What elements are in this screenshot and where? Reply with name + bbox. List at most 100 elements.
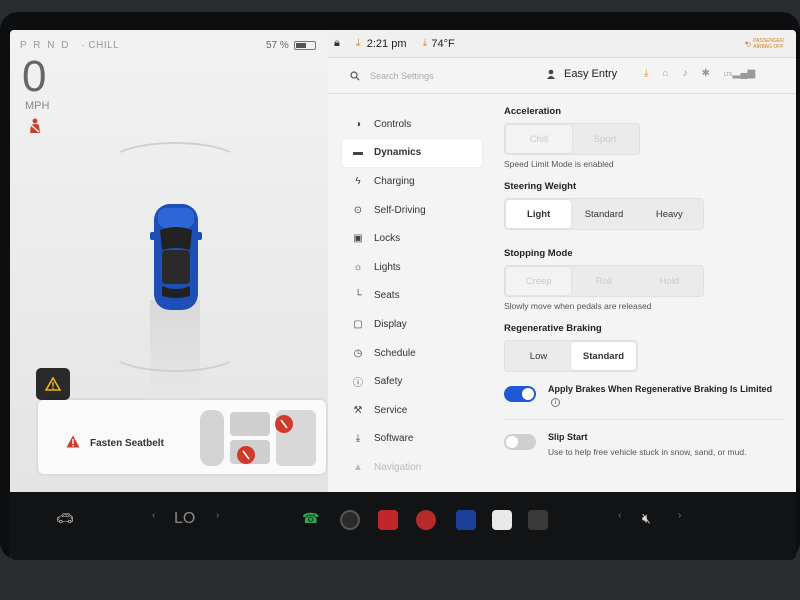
search-input[interactable]: Search Settings bbox=[370, 71, 434, 81]
nav-item-label: Locks bbox=[374, 233, 401, 245]
stopping-option-creep[interactable]: Creep bbox=[506, 267, 572, 295]
car-icon bbox=[150, 204, 202, 310]
info-icon: ⓘ bbox=[353, 378, 363, 390]
car-icon: ▬ bbox=[353, 147, 363, 159]
steering-option-heavy[interactable]: Heavy bbox=[637, 200, 702, 228]
regen-option-low[interactable]: Low bbox=[506, 342, 571, 370]
download-icon[interactable]: ⤓ bbox=[644, 68, 648, 79]
sensor-arc-front bbox=[110, 142, 240, 182]
lock-icon: ▣ bbox=[353, 233, 363, 245]
slip-start-toggle[interactable] bbox=[504, 434, 536, 451]
garage-icon[interactable]: ⌂ bbox=[662, 68, 668, 79]
passenger-airbag-indicator: PASSENGER AIRBAG OFF bbox=[744, 34, 790, 54]
nav-item-locks[interactable]: ▣ Locks bbox=[342, 224, 482, 253]
toggle-icon: ◑ bbox=[354, 118, 362, 130]
steering-weight-selector[interactable]: Light Standard Heavy bbox=[504, 198, 704, 230]
volume-mute-icon[interactable]: 🔇︎ bbox=[642, 510, 651, 527]
dynamics-content: Acceleration Chill Sport Speed Limit Mod… bbox=[504, 106, 784, 457]
vehicle-status-panel: P R N D · CHILL 57 % 0 MPH Fasten Seatbe… bbox=[10, 30, 328, 492]
camera-icon[interactable] bbox=[340, 510, 360, 530]
bluetooth-app-icon[interactable] bbox=[456, 510, 476, 530]
acceleration-selector[interactable]: Chill Sport bbox=[504, 123, 640, 155]
clock-icon: ◷ bbox=[353, 347, 363, 359]
seatbelt-warning-icon bbox=[28, 118, 42, 139]
wrench-icon: ⚒ bbox=[353, 404, 363, 416]
temp-down-chevron-icon[interactable]: ‹ bbox=[152, 510, 155, 521]
bottom-dock: 🚗︎ ‹ LO › ☎ ‹ 🔇︎ › bbox=[10, 492, 796, 560]
nav-item-lights[interactable]: ☼ Lights bbox=[342, 253, 482, 282]
acceleration-option-chill[interactable]: Chill bbox=[506, 125, 572, 153]
stopping-mode-selector[interactable]: Creep Roll Hold bbox=[504, 265, 704, 297]
car-visualization[interactable] bbox=[110, 142, 240, 372]
hazard-button[interactable] bbox=[36, 368, 70, 400]
acceleration-option-sport[interactable]: Sport bbox=[572, 125, 638, 153]
slip-start-description: Use to help free vehicle stuck in snow, … bbox=[548, 447, 747, 458]
apply-brakes-row: Apply Brakes When Regenerative Braking I… bbox=[504, 384, 784, 407]
stopping-mode-hint: Slowly move when pedals are released bbox=[504, 301, 652, 311]
speed-unit: MPH bbox=[25, 100, 50, 112]
airbag-label: PASSENGER AIRBAG OFF bbox=[753, 38, 784, 50]
temp-up-chevron-icon[interactable]: › bbox=[216, 510, 219, 521]
apply-brakes-toggle[interactable] bbox=[504, 386, 536, 402]
battery-fill bbox=[295, 43, 307, 48]
apply-brakes-label: Apply Brakes When Regenerative Braking I… bbox=[548, 384, 773, 394]
slip-start-row: Slip Start Use to help free vehicle stuc… bbox=[504, 432, 784, 457]
steering-option-light[interactable]: Light bbox=[506, 200, 572, 228]
nav-item-self-driving[interactable]: ⊙ Self-Driving bbox=[342, 196, 482, 225]
info-icon[interactable]: i bbox=[551, 397, 560, 407]
stopping-option-hold[interactable]: Hold bbox=[637, 267, 702, 295]
nav-item-navigation[interactable]: ▲ Navigation bbox=[342, 453, 482, 482]
nav-item-label: Service bbox=[374, 404, 408, 416]
nav-item-label: Dynamics bbox=[374, 147, 422, 159]
regenerative-braking-title: Regenerative Braking bbox=[504, 323, 602, 334]
bell-icon[interactable]: ♪ bbox=[682, 68, 687, 79]
volume-up-chevron-icon[interactable]: › bbox=[678, 510, 681, 521]
app-launcher-icon[interactable] bbox=[492, 510, 512, 530]
header-icons: ⤓ ⌂ ♪ ✱ LTE▂▄▆ bbox=[644, 68, 755, 79]
nav-item-software[interactable]: ⤓ Software bbox=[342, 425, 482, 454]
nav-item-label: Navigation bbox=[374, 461, 422, 473]
climate-temperature[interactable]: LO bbox=[174, 510, 195, 528]
divider bbox=[504, 419, 784, 421]
seat-occupancy-map-icon bbox=[200, 410, 316, 466]
steering-option-standard[interactable]: Standard bbox=[571, 200, 636, 228]
drive-mode-label: · CHILL bbox=[81, 40, 120, 51]
phone-icon[interactable]: ☎ bbox=[302, 510, 319, 527]
apply-brakes-label-wrap: Apply Brakes When Regenerative Braking I… bbox=[548, 384, 784, 407]
nav-item-display[interactable]: ▢ Display bbox=[342, 310, 482, 339]
search-settings[interactable]: Search Settings bbox=[350, 71, 434, 81]
display-icon: ▢ bbox=[353, 318, 363, 330]
car-icon[interactable]: 🚗︎ bbox=[56, 510, 74, 527]
nav-item-schedule[interactable]: ◷ Schedule bbox=[342, 339, 482, 368]
stopping-option-roll[interactable]: Roll bbox=[571, 267, 636, 295]
seatbelt-alert-label: Fasten Seatbelt bbox=[90, 438, 164, 449]
bolt-icon: ϟ bbox=[355, 175, 361, 187]
regenerative-braking-selector[interactable]: Low Standard bbox=[504, 340, 638, 372]
nav-item-service[interactable]: ⚒ Service bbox=[342, 396, 482, 425]
search-icon bbox=[350, 70, 360, 81]
top-status-bar: 🔒︎ ⤓ 2:21 pm ⤓ 74°F PASSENGER AIRBAG OFF bbox=[328, 30, 796, 58]
regen-option-standard[interactable]: Standard bbox=[571, 342, 636, 370]
nav-item-seats[interactable]: └ Seats bbox=[342, 282, 482, 311]
driver-profile[interactable]: Easy Entry bbox=[546, 68, 617, 80]
software-update-icon[interactable]: ⤓ bbox=[422, 37, 427, 50]
nav-item-dynamics[interactable]: ▬ Dynamics bbox=[342, 138, 482, 168]
lock-icon[interactable]: 🔒︎ bbox=[334, 37, 340, 50]
music-icon[interactable] bbox=[378, 510, 398, 530]
nav-item-label: Controls bbox=[374, 118, 412, 130]
calendar-icon[interactable] bbox=[528, 510, 548, 530]
battery-icon bbox=[293, 41, 316, 50]
nav-item-label: Self-Driving bbox=[374, 204, 426, 216]
download-icon[interactable]: ⤓ bbox=[356, 37, 361, 50]
nav-item-controls[interactable]: ◑ Controls bbox=[342, 110, 482, 139]
download-icon: ⤓ bbox=[355, 433, 361, 445]
nav-item-label: Lights bbox=[374, 261, 401, 273]
seatbelt-alert-card[interactable]: Fasten Seatbelt bbox=[38, 400, 326, 474]
bluetooth-icon[interactable]: ✱ bbox=[701, 68, 709, 79]
airbag-icon bbox=[745, 41, 751, 47]
nav-item-safety[interactable]: ⓘ Safety bbox=[342, 367, 482, 396]
nav-item-charging[interactable]: ϟ Charging bbox=[342, 167, 482, 196]
volume-down-chevron-icon[interactable]: ‹ bbox=[618, 510, 621, 521]
media-player-icon[interactable] bbox=[416, 510, 436, 530]
lte-signal-icon: LTE▂▄▆ bbox=[723, 68, 756, 79]
